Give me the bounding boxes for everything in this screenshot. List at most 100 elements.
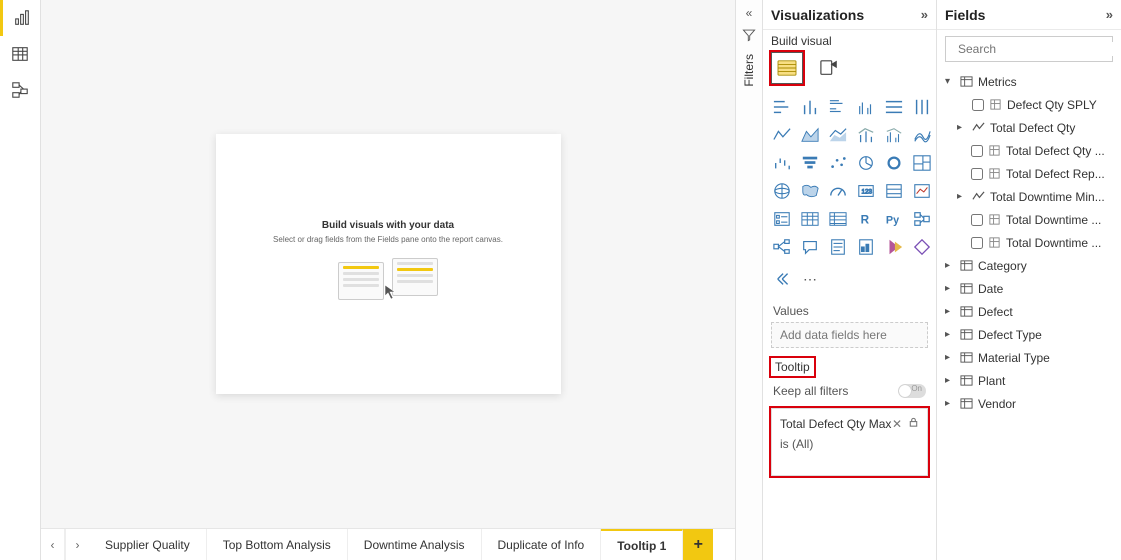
map-icon[interactable] [771,180,793,202]
filter-icon [742,28,756,42]
field-total-downtime-child-0[interactable]: Total Downtime ... [941,208,1117,231]
table-icon[interactable] [799,208,821,230]
fields-header: Fields » [937,0,1121,30]
python-visual-icon[interactable]: Py [883,208,905,230]
key-influencers-icon[interactable] [911,208,933,230]
canvas-body[interactable]: Build visuals with your data Select or d… [41,0,735,528]
matrix-icon[interactable] [827,208,849,230]
power-automate-icon[interactable] [911,236,933,258]
table-defect-type[interactable]: ▸Defect Type [941,323,1117,346]
tab-supplier-quality[interactable]: Supplier Quality [89,529,207,560]
field-defect-qty-sply[interactable]: Defect Qty SPLY [941,93,1117,116]
svg-text:R: R [861,214,870,227]
gauge-icon[interactable] [827,180,849,202]
field-total-downtime-child-1[interactable]: Total Downtime ... [941,231,1117,254]
paginated-report-icon[interactable] [855,236,877,258]
visualizations-title: Visualizations [771,7,864,23]
tab-downtime-analysis[interactable]: Downtime Analysis [348,529,482,560]
collapse-fields-icon[interactable]: » [1106,7,1113,22]
svg-text:Py: Py [886,215,899,227]
values-field-well[interactable]: Add data fields here [771,322,928,348]
build-visual-tab[interactable] [771,52,803,84]
remove-filter-icon[interactable]: ✕ [892,417,902,431]
placeholder-title: Build visuals with your data [322,220,454,231]
data-view-button[interactable] [0,36,40,72]
keep-all-filters-row: Keep all filters On [763,376,936,404]
report-view-button[interactable] [0,0,40,36]
tab-tooltip-1[interactable]: Tooltip 1 [601,529,683,560]
keep-all-filters-toggle[interactable]: On [898,384,926,398]
fields-pane: Fields » ▾Metrics Defect Qty SPLY ▸Total… [937,0,1121,560]
get-more-visuals-icon[interactable] [773,268,795,290]
ribbon-chart-icon[interactable] [911,124,933,146]
slicer-icon[interactable] [771,208,793,230]
expand-filters-icon[interactable]: « [746,6,753,20]
filled-map-icon[interactable] [799,180,821,202]
hundred-stacked-column-icon[interactable] [911,96,933,118]
placeholder-subtitle: Select or drag fields from the Fields pa… [273,235,503,245]
line-clustered-column-icon[interactable] [883,124,905,146]
table-defect[interactable]: ▸Defect [941,300,1117,323]
donut-icon[interactable] [883,152,905,174]
left-nav-rail [0,0,41,560]
visualizations-pane: Visualizations » Build visual [763,0,937,560]
card-icon[interactable]: 123 [855,180,877,202]
line-chart-icon[interactable] [771,124,793,146]
decomposition-tree-icon[interactable] [771,236,793,258]
visual-gallery-extra: ⋯ [763,264,936,294]
narrative-icon[interactable] [827,236,849,258]
format-visual-tab[interactable] [813,52,845,84]
field-total-defect-qty-child-0[interactable]: Total Defect Qty ... [941,139,1117,162]
stacked-bar-icon[interactable] [771,96,793,118]
keep-all-filters-label: Keep all filters [773,384,848,398]
table-vendor[interactable]: ▸Vendor [941,392,1117,415]
canvas-area: Build visuals with your data Select or d… [41,0,735,560]
scatter-icon[interactable] [827,152,849,174]
stacked-column-icon[interactable] [799,96,821,118]
tab-nav-prev[interactable]: ‹ [41,529,65,560]
more-visuals-ellipsis-icon[interactable]: ⋯ [803,271,817,288]
lock-filter-icon[interactable] [908,417,919,431]
fields-tree: ▾Metrics Defect Qty SPLY ▸Total Defect Q… [937,68,1121,419]
fields-search[interactable] [945,36,1113,62]
build-visual-label: Build visual [763,30,936,50]
qa-visual-icon[interactable] [799,236,821,258]
tooltip-section-label[interactable]: Tooltip [771,358,814,376]
area-chart-icon[interactable] [799,124,821,146]
clustered-column-icon[interactable] [855,96,877,118]
collapse-visualizations-icon[interactable]: » [921,7,928,22]
visual-gallery: 123 R Py [763,90,936,264]
kpi-icon[interactable] [911,180,933,202]
report-page[interactable]: Build visuals with your data Select or d… [216,134,561,394]
table-category[interactable]: ▸Category [941,254,1117,277]
table-material-type[interactable]: ▸Material Type [941,346,1117,369]
page-tabs: ‹ › Supplier Quality Top Bottom Analysis… [41,528,735,560]
hundred-stacked-bar-icon[interactable] [883,96,905,118]
fields-search-input[interactable] [958,42,1113,56]
waterfall-icon[interactable] [771,152,793,174]
tab-duplicate-of-info[interactable]: Duplicate of Info [482,529,602,560]
field-total-defect-rep[interactable]: Total Defect Rep... [941,162,1117,185]
model-view-button[interactable] [0,72,40,108]
svg-text:123: 123 [862,189,873,196]
pie-icon[interactable] [855,152,877,174]
stacked-area-icon[interactable] [827,124,849,146]
power-apps-icon[interactable] [883,236,905,258]
clustered-bar-icon[interactable] [827,96,849,118]
r-visual-icon[interactable]: R [855,208,877,230]
line-stacked-column-icon[interactable] [855,124,877,146]
filters-pane-collapsed: « Filters [735,0,763,560]
table-date[interactable]: ▸Date [941,277,1117,300]
table-plant[interactable]: ▸Plant [941,369,1117,392]
tooltip-filter-card[interactable]: Total Defect Qty Max ✕ is (All) [771,408,928,476]
field-total-downtime-min[interactable]: ▸Total Downtime Min... [941,185,1117,208]
table-metrics[interactable]: ▾Metrics [941,70,1117,93]
treemap-icon[interactable] [911,152,933,174]
field-total-defect-qty[interactable]: ▸Total Defect Qty [941,116,1117,139]
filters-label[interactable]: Filters [742,54,756,87]
funnel-icon[interactable] [799,152,821,174]
multi-row-card-icon[interactable] [883,180,905,202]
tab-top-bottom-analysis[interactable]: Top Bottom Analysis [207,529,348,560]
tab-nav-next[interactable]: › [65,529,89,560]
add-page-button[interactable]: + [683,529,713,560]
